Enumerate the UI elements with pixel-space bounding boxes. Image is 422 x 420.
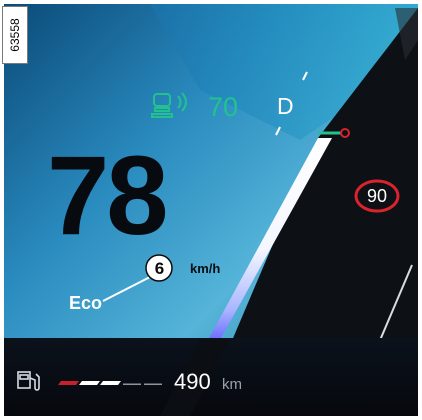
callout-number: 6 bbox=[154, 259, 165, 278]
drive-mode-label: Eco bbox=[69, 293, 103, 313]
instrument-cluster-screenshot: 63558 70 D 78 km/h 6 Eco 90 490 km bbox=[0, 0, 422, 420]
fuel-range-value: 490 bbox=[174, 369, 211, 394]
fuel-gauge-segment-filled bbox=[79, 381, 100, 385]
figure-reference-text: 63558 bbox=[8, 18, 22, 52]
fuel-gauge-segment-filled bbox=[100, 381, 121, 385]
speed-unit: km/h bbox=[190, 261, 221, 276]
figure-reference-label: 63558 bbox=[2, 6, 28, 64]
speed-limit-value: 90 bbox=[366, 186, 388, 206]
gear-indicator: D bbox=[277, 93, 294, 119]
fuel-gauge-segment-empty bbox=[123, 383, 141, 385]
fuel-gauge-segment-empty bbox=[144, 383, 162, 385]
fuel-gauge-segment-filled bbox=[58, 381, 79, 385]
fuel-range-unit: km bbox=[222, 376, 242, 393]
current-speed: 78 bbox=[47, 133, 169, 258]
cruise-target-speed: 70 bbox=[208, 92, 239, 122]
